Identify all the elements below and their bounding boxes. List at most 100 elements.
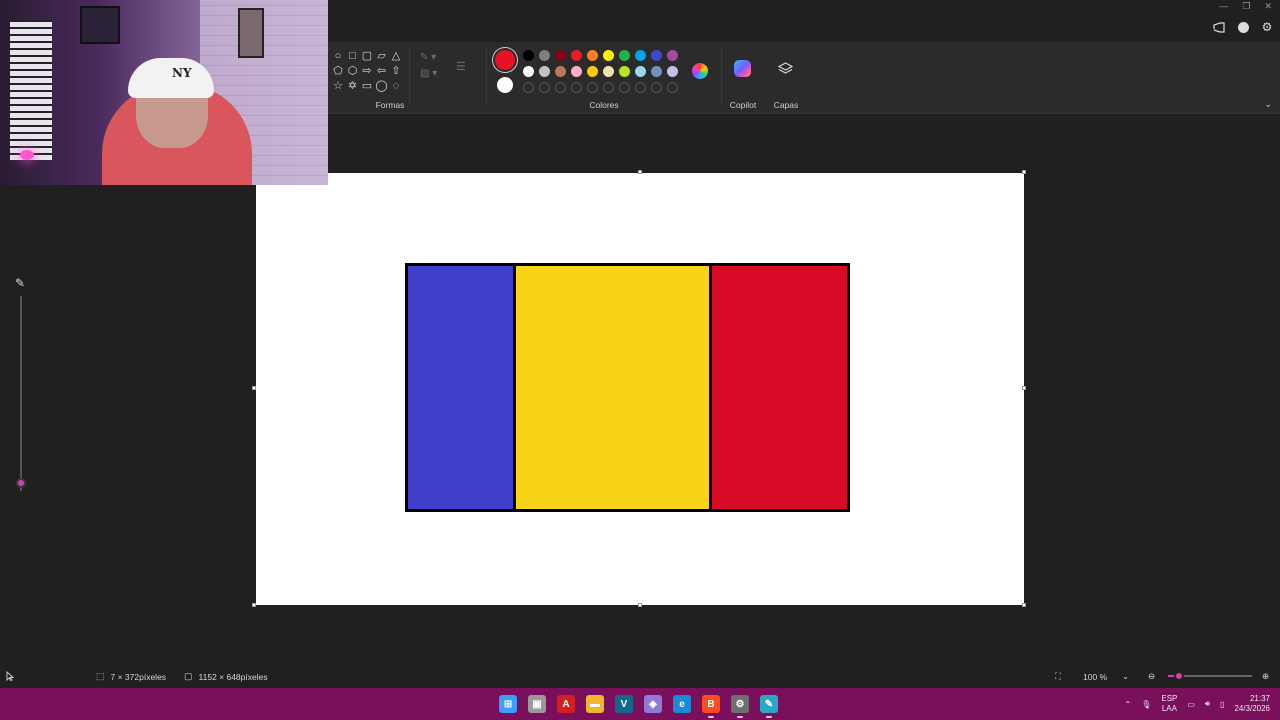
lang-bottom: LAA (1161, 704, 1177, 713)
color-swatch[interactable] (555, 50, 566, 61)
shape-option[interactable]: ⇨ (361, 65, 373, 77)
empty-swatch[interactable] (555, 82, 566, 93)
edit-colors-icon[interactable] (692, 63, 708, 79)
resize-handle[interactable] (252, 386, 256, 390)
color-swatch[interactable] (651, 50, 662, 61)
brave-icon[interactable]: B (702, 695, 720, 718)
color-swatch[interactable] (571, 66, 582, 77)
empty-swatch[interactable] (587, 82, 598, 93)
shape-option[interactable]: ⬠ (332, 65, 344, 77)
zoom-dropdown[interactable]: 100 % ⌄ (1078, 668, 1134, 685)
volume-icon[interactable]: 🔊︎ (1205, 699, 1210, 709)
slider-track[interactable] (20, 296, 22, 491)
line-width-icon[interactable]: ☰ (456, 60, 466, 73)
primary-color-swatch[interactable] (495, 50, 515, 70)
app-cog-icon[interactable]: ⚙ (731, 695, 749, 718)
brush-size-slider[interactable]: ✎ (12, 276, 32, 506)
resize-handle[interactable] (252, 603, 256, 607)
network-icon[interactable]: ▭ (1187, 700, 1195, 709)
folder-icon[interactable]: ▬ (586, 695, 604, 713)
language-indicator[interactable]: ESP LAA (1161, 694, 1177, 714)
shape-option[interactable]: ▱ (376, 50, 388, 62)
color-swatch[interactable] (555, 66, 566, 77)
zoom-out-icon[interactable]: ⊖ (1148, 671, 1155, 682)
shape-option[interactable]: ○ (332, 50, 344, 62)
color-swatch[interactable] (619, 50, 630, 61)
shape-option[interactable]: △ (390, 50, 402, 62)
empty-swatch[interactable] (667, 82, 678, 93)
shape-option[interactable]: ▭ (361, 80, 373, 92)
color-swatch[interactable] (587, 66, 598, 77)
shape-option[interactable]: ✡ (347, 80, 359, 92)
empty-swatch[interactable] (603, 82, 614, 93)
selection-size: ⬚ 7 × 372píxeles (96, 671, 166, 682)
divider (409, 48, 410, 106)
color-swatch[interactable] (539, 66, 550, 77)
app-diamond-icon[interactable]: ◈ (644, 695, 662, 713)
file-manager-icon[interactable]: ▣ (528, 695, 546, 713)
shape-option[interactable]: ⇦ (376, 65, 388, 77)
color-swatch[interactable] (539, 50, 550, 61)
empty-swatch[interactable] (571, 82, 582, 93)
layers-label[interactable]: Capas (774, 100, 799, 110)
chevron-up-icon[interactable]: ⌃ (1125, 700, 1132, 709)
zoom-slider[interactable] (1168, 671, 1252, 681)
slider-thumb[interactable] (16, 478, 26, 489)
outline-tool-icon[interactable]: ✎ ▾ (420, 52, 437, 68)
empty-swatch[interactable] (539, 82, 550, 93)
empty-swatch[interactable] (635, 82, 646, 93)
resize-handle[interactable] (638, 603, 642, 607)
maximize-button[interactable]: ❐ (1242, 1, 1250, 12)
start-icon[interactable]: ⊞ (499, 695, 517, 713)
fit-to-window-icon[interactable]: ⛶ (1055, 671, 1061, 682)
shape-option[interactable]: ☆ (332, 80, 344, 92)
color-swatch[interactable] (635, 50, 646, 61)
resize-handle[interactable] (1022, 170, 1026, 174)
color-swatch[interactable] (523, 50, 534, 61)
empty-swatch[interactable] (523, 82, 534, 93)
microphone-icon[interactable]: 🎙︎ (1141, 700, 1151, 709)
account-icon[interactable] (1236, 20, 1250, 34)
color-swatch[interactable] (667, 66, 678, 77)
fill-tool-icon[interactable]: ▨ ▾ (420, 68, 437, 84)
shape-option[interactable]: □ (347, 50, 359, 62)
zoom-slider-thumb[interactable] (1173, 671, 1184, 681)
secondary-color-swatch[interactable] (497, 77, 513, 93)
shape-option[interactable]: ◯ (375, 80, 387, 92)
minimize-button[interactable]: — (1219, 1, 1228, 12)
empty-swatch[interactable] (651, 82, 662, 93)
resize-handle[interactable] (1022, 603, 1026, 607)
zoom-in-icon[interactable]: ⊕ (1262, 671, 1269, 682)
shape-option[interactable]: ⬡ (347, 65, 359, 77)
copilot-icon[interactable] (734, 60, 751, 77)
shape-option[interactable]: ▢ (361, 50, 373, 62)
color-swatch[interactable] (667, 50, 678, 61)
empty-swatch[interactable] (619, 82, 630, 93)
battery-icon[interactable]: ▯ (1220, 700, 1224, 709)
resize-handle[interactable] (1022, 386, 1026, 390)
visual-studio-icon[interactable]: V (615, 695, 633, 713)
edge-icon[interactable]: e (673, 695, 691, 713)
color-swatch[interactable] (603, 50, 614, 61)
color-swatch[interactable] (571, 50, 582, 61)
close-button[interactable]: ✕ (1264, 1, 1272, 12)
copilot-label[interactable]: Copilot (730, 100, 756, 110)
clock[interactable]: 21:37 24/3/2026 (1234, 694, 1270, 714)
shape-option[interactable]: ◌ (390, 80, 402, 92)
color-swatch[interactable] (619, 66, 630, 77)
color-swatch[interactable] (603, 66, 614, 77)
color-swatch[interactable] (587, 50, 598, 61)
paint-icon[interactable]: ✎ (760, 695, 778, 718)
color-swatch[interactable] (651, 66, 662, 77)
color-swatch[interactable] (635, 66, 646, 77)
chevron-down-icon[interactable]: ⌄ (1264, 99, 1272, 110)
resize-handle[interactable] (638, 170, 642, 174)
paint-window: — ❐ ✕ ⚙ ○ □ ▢ ▱ △ ⬠ ⬡ ⇨ ⇦ ⇧ ☆ ✡ ▭ ◯ ◌ ✎ ▾ ▨ ▾ ☰ Formas… (0, 0, 1280, 720)
color-swatch[interactable] (523, 66, 534, 77)
shape-option[interactable]: ⇧ (390, 65, 402, 77)
layers-icon[interactable] (777, 62, 794, 79)
pdf-reader-icon[interactable]: A (557, 695, 575, 713)
settings-icon[interactable]: ⚙ (1260, 20, 1274, 34)
share-icon[interactable] (1212, 20, 1226, 34)
drawing-canvas[interactable] (256, 173, 1024, 605)
